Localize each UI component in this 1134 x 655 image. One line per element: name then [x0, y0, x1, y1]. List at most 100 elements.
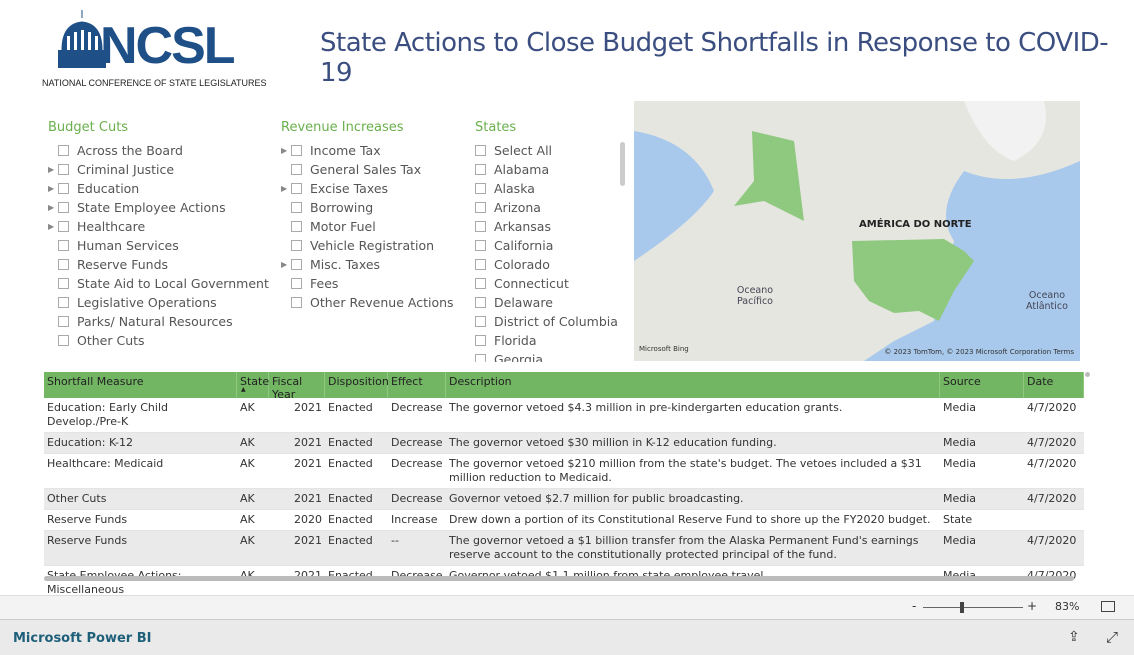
checkbox[interactable]: [58, 316, 69, 327]
slicer-item[interactable]: ▶ State Employee Actions: [48, 198, 269, 217]
table-cell: Decrease: [391, 492, 443, 505]
slicer-item[interactable]: ▶ Excise Taxes: [281, 179, 454, 198]
zoom-out-button[interactable]: -: [912, 599, 916, 613]
checkbox[interactable]: [291, 297, 302, 308]
share-icon[interactable]: ⇪: [1068, 629, 1080, 645]
slicer-item[interactable]: Florida: [475, 331, 618, 350]
checkbox[interactable]: [58, 297, 69, 308]
slicer-item[interactable]: ▶ Education: [48, 179, 269, 198]
fit-to-page-icon[interactable]: [1101, 601, 1115, 612]
slicer-item[interactable]: Alabama: [475, 160, 618, 179]
expand-arrow-icon[interactable]: ▶: [48, 184, 58, 193]
slicer-item[interactable]: Other Revenue Actions: [281, 293, 454, 312]
slicer-item[interactable]: Reserve Funds: [48, 255, 269, 274]
slicer-item[interactable]: Delaware: [475, 293, 618, 312]
checkbox[interactable]: [291, 145, 302, 156]
checkbox[interactable]: [475, 354, 486, 362]
checkbox[interactable]: [475, 145, 486, 156]
slicer-item[interactable]: ▶ Misc. Taxes: [281, 255, 454, 274]
slicer-item[interactable]: Colorado: [475, 255, 618, 274]
expand-arrow-icon[interactable]: ▶: [281, 146, 291, 155]
source-link[interactable]: Media: [943, 401, 976, 414]
horizontal-scrollbar[interactable]: [44, 576, 1074, 581]
column-header[interactable]: Shortfall Measure: [44, 372, 237, 398]
checkbox[interactable]: [291, 278, 302, 289]
source-link[interactable]: Media: [943, 457, 976, 470]
column-header[interactable]: Effect: [388, 372, 446, 398]
checkbox[interactable]: [475, 259, 486, 270]
slicer-item[interactable]: Georgia: [475, 350, 618, 362]
slicer-item[interactable]: Alaska: [475, 179, 618, 198]
slicer-item-label: Reserve Funds: [77, 257, 169, 272]
checkbox[interactable]: [475, 202, 486, 213]
slicer-item[interactable]: Legislative Operations: [48, 293, 269, 312]
expand-arrow-icon[interactable]: ▶: [48, 203, 58, 212]
checkbox[interactable]: [291, 240, 302, 251]
checkbox[interactable]: [291, 164, 302, 175]
vertical-scrollbar[interactable]: [1085, 372, 1090, 377]
checkbox[interactable]: [475, 278, 486, 289]
column-header[interactable]: State ▲: [237, 372, 269, 398]
checkbox[interactable]: [475, 183, 486, 194]
zoom-slider[interactable]: [923, 607, 1023, 608]
slicer-item[interactable]: Borrowing: [281, 198, 454, 217]
column-header[interactable]: Disposition: [325, 372, 389, 398]
checkbox[interactable]: [58, 164, 69, 175]
checkbox[interactable]: [291, 221, 302, 232]
checkbox[interactable]: [58, 221, 69, 232]
expand-arrow-icon[interactable]: ▶: [281, 260, 291, 269]
slicer-item[interactable]: Motor Fuel: [281, 217, 454, 236]
column-header[interactable]: Description: [446, 372, 940, 398]
slicer-item[interactable]: Select All: [475, 141, 618, 160]
checkbox[interactable]: [475, 221, 486, 232]
zoom-slider-thumb[interactable]: [960, 602, 964, 613]
source-link[interactable]: Media: [943, 436, 976, 449]
checkbox[interactable]: [58, 240, 69, 251]
slicer-item[interactable]: Across the Board: [48, 141, 269, 160]
column-header[interactable]: Fiscal Year: [269, 372, 325, 401]
checkbox[interactable]: [58, 183, 69, 194]
checkbox[interactable]: [475, 164, 486, 175]
terms-link[interactable]: Terms: [1053, 348, 1074, 356]
checkbox[interactable]: [291, 183, 302, 194]
checkbox[interactable]: [291, 202, 302, 213]
checkbox[interactable]: [475, 297, 486, 308]
expand-arrow-icon[interactable]: ▶: [281, 184, 291, 193]
fullscreen-icon[interactable]: ⤢: [1106, 628, 1118, 646]
column-header[interactable]: Source: [940, 372, 1024, 398]
zoom-in-button[interactable]: +: [1027, 599, 1037, 613]
slicer-item[interactable]: District of Columbia: [475, 312, 618, 331]
slicer-item[interactable]: Connecticut: [475, 274, 618, 293]
source-link[interactable]: Media: [943, 492, 976, 505]
slicer-item[interactable]: California: [475, 236, 618, 255]
column-header[interactable]: Date: [1024, 372, 1084, 398]
checkbox[interactable]: [58, 335, 69, 346]
slicer-item[interactable]: Other Cuts: [48, 331, 269, 350]
checkbox[interactable]: [475, 335, 486, 346]
source-link[interactable]: Media: [943, 534, 976, 547]
power-bi-link[interactable]: Microsoft Power BI: [13, 631, 151, 646]
map-visual[interactable]: AMÉRICA DO NORTE Oceano Pacífico Oceano …: [634, 101, 1080, 361]
slicer-item[interactable]: ▶ Income Tax: [281, 141, 454, 160]
expand-arrow-icon[interactable]: ▶: [48, 222, 58, 231]
slicer-item[interactable]: Arkansas: [475, 217, 618, 236]
checkbox[interactable]: [475, 240, 486, 251]
checkbox[interactable]: [475, 316, 486, 327]
slicer-item[interactable]: Arizona: [475, 198, 618, 217]
checkbox[interactable]: [291, 259, 302, 270]
states-scrollbar[interactable]: [620, 142, 625, 186]
source-link[interactable]: State: [943, 513, 972, 526]
slicer-item[interactable]: General Sales Tax: [281, 160, 454, 179]
slicer-item[interactable]: Vehicle Registration: [281, 236, 454, 255]
slicer-item[interactable]: Parks/ Natural Resources: [48, 312, 269, 331]
checkbox[interactable]: [58, 278, 69, 289]
checkbox[interactable]: [58, 259, 69, 270]
slicer-item[interactable]: Human Services: [48, 236, 269, 255]
slicer-item[interactable]: ▶ Healthcare: [48, 217, 269, 236]
checkbox[interactable]: [58, 202, 69, 213]
slicer-item[interactable]: ▶ Criminal Justice: [48, 160, 269, 179]
expand-arrow-icon[interactable]: ▶: [48, 165, 58, 174]
slicer-item[interactable]: State Aid to Local Government: [48, 274, 269, 293]
checkbox[interactable]: [58, 145, 69, 156]
slicer-item[interactable]: Fees: [281, 274, 454, 293]
